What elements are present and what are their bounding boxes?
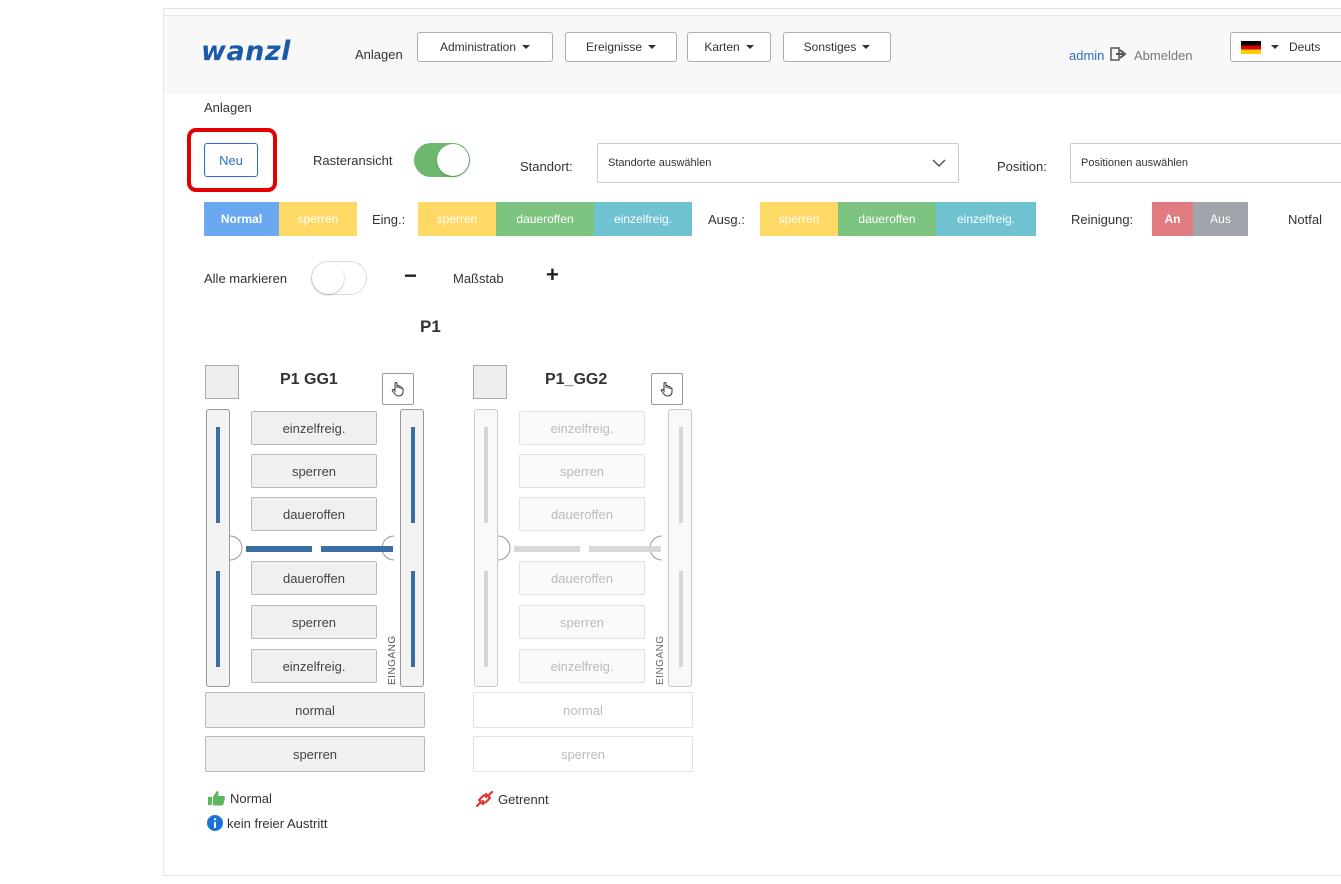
logout-link[interactable]: Abmelden (1134, 48, 1193, 63)
gate2-normal-button[interactable]: normal (473, 692, 693, 728)
standort-select[interactable]: Standorte auswählen (597, 143, 959, 183)
gate1-sperren-button[interactable]: sperren (205, 736, 425, 772)
logout-icon[interactable] (1110, 47, 1128, 64)
gate2-top-sperren[interactable]: sperren (519, 454, 645, 488)
gate2-status-getrennt: Getrennt (475, 790, 549, 808)
gate2-eingang-label: EINGANG (655, 635, 666, 685)
navbar: wanzl Anlagen Administration Ereignisse … (164, 15, 1341, 94)
group-title: P1 (420, 317, 441, 336)
zoom-out-button[interactable]: − (404, 263, 417, 289)
disconnected-plug-icon (475, 790, 494, 808)
gate2-left-line-top (484, 427, 488, 523)
german-flag-icon (1241, 40, 1261, 54)
eing-einzelfreig[interactable]: einzelfreig. (594, 202, 692, 236)
gate2-select-checkbox[interactable] (473, 365, 507, 399)
caret-down-icon (1271, 45, 1279, 49)
gate2-arm-right (589, 546, 661, 552)
nav-anlagen[interactable]: Anlagen (355, 47, 403, 62)
app-frame: wanzl Anlagen Administration Ereignisse … (163, 8, 1341, 876)
gate1-bottom-daueroffen[interactable]: daueroffen (251, 561, 377, 595)
user-link[interactable]: admin (1069, 48, 1104, 63)
grid-view-toggle[interactable] (414, 143, 470, 177)
standort-label: Standort: (520, 159, 573, 174)
reinigung-label: Reinigung: (1071, 212, 1134, 227)
gate1-status-normal: Normal (207, 790, 272, 806)
caret-down-icon (862, 45, 871, 49)
eing-sperren[interactable]: sperren (418, 202, 496, 236)
position-select[interactable]: Positionen auswählen (1070, 143, 1341, 183)
ausg-label: Ausg.: (708, 212, 745, 227)
gate1-bottom-einzelfreig[interactable]: einzelfreig. (251, 649, 377, 683)
gate1-top-einzelfreig[interactable]: einzelfreig. (251, 411, 377, 445)
gate2-top-einzelfreig[interactable]: einzelfreig. (519, 411, 645, 445)
caret-down-icon (522, 45, 531, 49)
gate1-arm-left (246, 546, 312, 552)
gate2-name: P1_GG2 (545, 371, 608, 388)
mark-all-toggle[interactable] (311, 261, 367, 295)
eing-daueroffen[interactable]: daueroffen (496, 202, 594, 236)
menu-ereignisse[interactable]: Ereignisse (565, 32, 677, 62)
hand-pointer-icon (391, 382, 404, 397)
reinigung-aus[interactable]: Aus (1193, 202, 1248, 236)
mark-all-label: Alle markieren (204, 271, 288, 286)
gate1-left-line-bottom (216, 571, 220, 667)
ausg-einzelfreig[interactable]: einzelfreig. (936, 202, 1036, 236)
gate1-right-line-top (411, 427, 415, 523)
gate2-hand-button[interactable] (651, 373, 683, 405)
ausg-daueroffen[interactable]: daueroffen (838, 202, 936, 236)
gate1-name: P1 GG1 (280, 371, 338, 388)
gate1-eingang-label: EINGANG (387, 635, 398, 685)
gate2-arm-left (514, 546, 580, 552)
menu-sonstiges[interactable]: Sonstiges (783, 32, 891, 62)
notfall-label: Notfal (1288, 212, 1322, 227)
gate1-top-sperren[interactable]: sperren (251, 454, 377, 488)
breadcrumb: Anlagen (204, 100, 252, 115)
new-button[interactable]: Neu (204, 143, 258, 177)
eing-label: Eing.: (372, 212, 406, 227)
gate2-right-line-bottom (679, 571, 683, 667)
chevron-down-icon (932, 159, 946, 168)
caret-down-icon (648, 45, 657, 49)
position-label: Position: (997, 159, 1047, 174)
caret-down-icon (745, 45, 754, 49)
menu-administration[interactable]: Administration (417, 32, 553, 62)
gate2-right-line-top (679, 427, 683, 523)
gate1-normal-button[interactable]: normal (205, 692, 425, 728)
gate2-bottom-sperren[interactable]: sperren (519, 605, 645, 639)
gate1-right-line-bottom (411, 571, 415, 667)
gate2-left-line-bottom (484, 571, 488, 667)
gate1-arm-right (321, 546, 393, 552)
grid-view-label: Rasteransicht (313, 153, 393, 168)
gate1-select-checkbox[interactable] (205, 365, 239, 399)
info-icon (207, 815, 223, 831)
zoom-in-button[interactable]: + (546, 262, 559, 288)
scale-label: Maßstab (453, 271, 504, 286)
gate1-status-info: kein freier Austritt (207, 815, 327, 831)
reinigung-an[interactable]: An (1152, 202, 1193, 236)
thumbs-up-icon (208, 791, 225, 806)
menu-karten[interactable]: Karten (687, 32, 771, 62)
gate1-left-line-top (216, 427, 220, 523)
mode-sperren[interactable]: sperren (279, 202, 357, 236)
language-select[interactable]: Deuts (1230, 32, 1341, 62)
hand-pointer-icon (660, 382, 673, 397)
gate2-bottom-einzelfreig[interactable]: einzelfreig. (519, 649, 645, 683)
gate2-sperren-button[interactable]: sperren (473, 736, 693, 772)
gate1-top-daueroffen[interactable]: daueroffen (251, 497, 377, 531)
ausg-sperren[interactable]: sperren (760, 202, 838, 236)
mode-normal[interactable]: Normal (204, 202, 279, 236)
gate1-hand-button[interactable] (382, 373, 414, 405)
wanzl-logo[interactable]: wanzl (201, 36, 291, 67)
gate2-top-daueroffen[interactable]: daueroffen (519, 497, 645, 531)
gate1-bottom-sperren[interactable]: sperren (251, 605, 377, 639)
gate2-bottom-daueroffen[interactable]: daueroffen (519, 561, 645, 595)
